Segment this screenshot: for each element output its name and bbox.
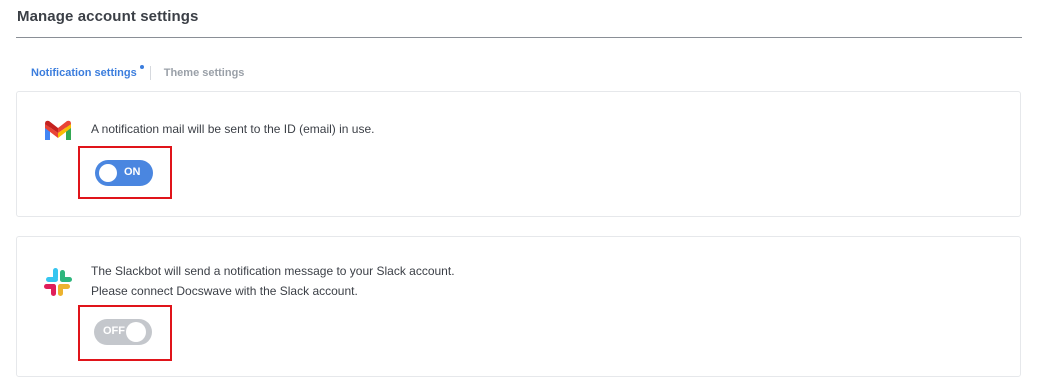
- page-title: Manage account settings: [17, 8, 199, 25]
- settings-tabs: Notification settings Theme settings: [31, 64, 244, 82]
- tab-notification-settings[interactable]: Notification settings: [31, 65, 144, 79]
- slack-notification-toggle[interactable]: OFF: [94, 319, 152, 345]
- slack-icon: [43, 267, 73, 302]
- slack-notification-card: The Slackbot will send a notification me…: [16, 236, 1021, 377]
- tab-theme-settings-label: Theme settings: [163, 67, 245, 79]
- slack-description-line-2: Please connect Docswave with the Slack a…: [91, 284, 358, 298]
- active-tab-dot: [139, 65, 144, 69]
- gmail-description: A notification mail will be sent to the …: [91, 122, 375, 136]
- tab-divider: [149, 66, 151, 80]
- toggle-state-label: OFF: [103, 325, 125, 337]
- gmail-icon: [43, 119, 73, 146]
- slack-description-line-1: The Slackbot will send a notification me…: [91, 264, 455, 278]
- tab-theme-settings[interactable]: Theme settings: [164, 67, 245, 79]
- toggle-knob: [99, 164, 117, 182]
- gmail-notification-toggle[interactable]: ON: [95, 160, 153, 186]
- toggle-state-label: ON: [124, 166, 141, 178]
- title-divider: [16, 37, 1022, 38]
- gmail-notification-card: A notification mail will be sent to the …: [16, 91, 1021, 217]
- tab-notification-settings-label: Notification settings: [31, 67, 137, 79]
- toggle-knob: [126, 322, 146, 342]
